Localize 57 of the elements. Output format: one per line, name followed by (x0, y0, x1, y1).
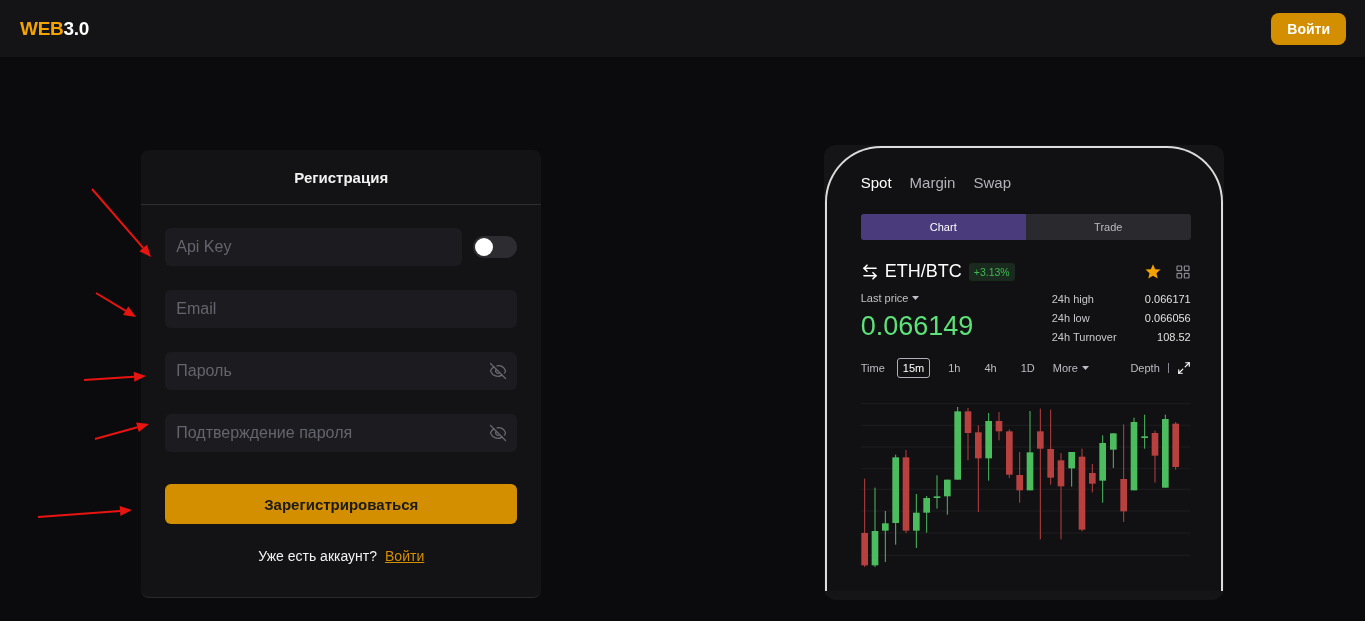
falling-candle (995, 411, 1003, 441)
view-tab[interactable]: Trade (1025, 214, 1191, 240)
interval-tab[interactable]: 1h (942, 358, 967, 378)
logo[interactable]: WEB3.0 (20, 17, 89, 40)
market-tab[interactable]: Margin (909, 174, 956, 192)
stat-label: 24h high (1051, 292, 1095, 306)
falling-candle (1016, 451, 1023, 504)
eye-off-icon[interactable] (489, 424, 508, 442)
interval-tab[interactable]: 4h (978, 358, 1003, 378)
rising-candle (943, 479, 951, 516)
stat-label: 24h Turnover (1051, 330, 1118, 344)
rising-candle (881, 510, 889, 563)
last-price: 0.066149 (860, 311, 974, 342)
stat-value: 0.066171 (1144, 292, 1191, 306)
rising-candle (985, 412, 992, 482)
stat-label: 24h low (1051, 311, 1091, 325)
input-field[interactable]: Email (165, 290, 518, 328)
expand-icon[interactable] (1176, 361, 1191, 375)
interval-tab[interactable]: 15m (896, 358, 931, 378)
market-tab[interactable]: Spot (860, 174, 892, 192)
depth-tab[interactable]: Depth (1130, 362, 1160, 374)
input-field[interactable]: Api Key (165, 228, 463, 266)
card-title: Регистрация (141, 150, 542, 205)
eye-off-icon[interactable] (489, 362, 508, 380)
grid-icon[interactable] (1174, 263, 1191, 280)
market-tab[interactable]: Swap (973, 174, 1011, 192)
toggle-switch[interactable] (473, 236, 518, 258)
interval-tab[interactable]: 1D (1014, 358, 1041, 378)
time-label: Time (860, 362, 885, 374)
pair-name: ETH/BTC (884, 261, 962, 282)
stat-value: 108.52 (1156, 330, 1191, 344)
password-field[interactable]: Пароль (165, 352, 518, 390)
star-icon[interactable] (1144, 264, 1161, 279)
last-price-dropdown[interactable]: Last price (860, 292, 974, 304)
more-dropdown[interactable]: More (1052, 362, 1089, 374)
falling-candle (1172, 421, 1179, 471)
swap-icon[interactable] (860, 262, 879, 281)
caret-icon (1081, 366, 1089, 370)
falling-candle (1151, 430, 1159, 484)
falling-candle (1088, 463, 1096, 493)
change-badge: +3.13% (968, 262, 1015, 281)
rising-candle (1099, 434, 1106, 504)
login-prompt: Уже есть аккаунт? (258, 548, 378, 564)
rising-candle (933, 474, 941, 510)
falling-candle (964, 407, 972, 461)
rising-candle (923, 495, 930, 534)
view-tab[interactable]: Chart (860, 214, 1026, 240)
rising-candle (1109, 432, 1117, 469)
stat-value: 0.066056 (1144, 311, 1191, 325)
rising-candle (1141, 414, 1148, 450)
password-field[interactable]: Подтверждение пароля (165, 414, 518, 452)
login-link[interactable]: Войти (385, 548, 425, 564)
falling-candle (1005, 428, 1013, 479)
caret-icon (912, 296, 920, 300)
rising-candle (1068, 451, 1075, 488)
rising-candle (912, 493, 920, 549)
register-button[interactable]: Зарегистрироваться (165, 484, 518, 524)
